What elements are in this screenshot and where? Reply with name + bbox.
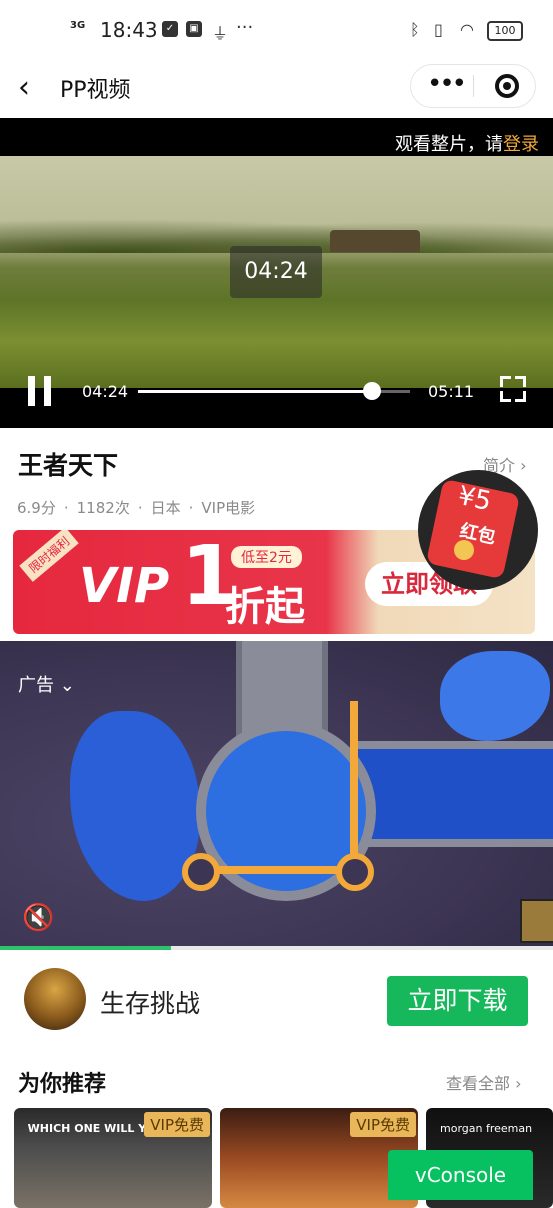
more-notifications-icon: ··· [236, 17, 254, 38]
pause-icon[interactable] [28, 376, 54, 406]
ad-pin-ring-right [336, 853, 374, 891]
ad-app-row[interactable]: 生存挑战 立即下载 [0, 954, 553, 1042]
back-icon[interactable]: ‹ [18, 70, 30, 105]
ad-video[interactable]: 广告 ⌄ 🔇 [0, 641, 553, 948]
app-name: 生存挑战 [100, 989, 201, 1018]
wifi-icon: ◠ [460, 20, 474, 39]
page-title: PP视频 [60, 78, 131, 103]
ad-water-right [440, 651, 550, 741]
login-prompt: 观看整片，请登录 [395, 130, 539, 156]
progress-knob[interactable] [362, 382, 381, 400]
coin-icon [454, 540, 474, 560]
login-link[interactable]: 登录 [503, 134, 539, 155]
progress-fill [138, 390, 372, 393]
vip-free-badge: VIP免费 [350, 1112, 416, 1137]
bluetooth-icon: ᛒ [410, 20, 420, 39]
mute-icon[interactable]: 🔇 [22, 903, 54, 933]
ad-water-left [70, 711, 200, 901]
ad-pipe-horizontal [350, 741, 553, 847]
network-indicator: 3G [70, 20, 86, 31]
app-notification-icon: ▣ [186, 21, 202, 37]
ad-label[interactable]: 广告 ⌄ [18, 671, 75, 697]
ad-progress-fill [0, 946, 172, 950]
seek-time-popup: 04:24 [230, 246, 322, 298]
status-bar: 3G 18:43 ✓ ▣ ⏚ ··· ᛒ ▯ ◠ 100 [0, 0, 553, 60]
login-prompt-text: 观看整片，请 [395, 134, 503, 155]
fullscreen-icon[interactable] [500, 376, 526, 402]
see-all-link[interactable]: 查看全部 › [446, 1070, 522, 1094]
progress-track[interactable] [138, 382, 410, 400]
mini-program-capsule: ••• [410, 64, 536, 108]
discount-text: 折起 [225, 584, 305, 630]
usb-icon: ⏚ [212, 24, 229, 43]
more-menu-icon[interactable]: ••• [427, 69, 467, 99]
video-house [330, 230, 420, 252]
total-time: 05:11 [428, 382, 475, 401]
recommend-poster[interactable]: WHICH ONE WILL YOU GET? VIP免费 [14, 1108, 212, 1208]
movie-region: 日本 [150, 499, 181, 517]
ad-thumbnail [520, 899, 553, 943]
download-button[interactable]: 立即下载 [387, 976, 528, 1026]
ad-pin-ring-left [182, 853, 220, 891]
current-time: 04:24 [82, 382, 129, 401]
close-mini-program-icon[interactable] [495, 74, 519, 98]
poster-caption: morgan freeman [440, 1122, 533, 1135]
check-icon: ✓ [162, 21, 178, 37]
ad-pin-horizontal [196, 866, 356, 874]
recommend-title: 为你推荐 [18, 1072, 107, 1097]
movie-plays: 1182次 [76, 499, 130, 517]
movie-meta: 6.9分 · 1182次 · 日本 · VIP电影 [17, 499, 256, 517]
vip-text: VIP [79, 558, 170, 614]
ad-progress-track [0, 946, 553, 950]
vibrate-icon: ▯ [434, 20, 443, 39]
chevron-down-icon: ⌄ [59, 675, 75, 696]
capsule-divider [473, 75, 474, 97]
movie-rating: 6.9分 [17, 499, 56, 517]
low-price-tag: 低至2元 [231, 546, 302, 568]
limited-offer-tag: 限时福利 [19, 530, 79, 582]
red-packet-amount: ¥5 [455, 480, 494, 518]
app-avatar [24, 968, 86, 1030]
nav-bar: ‹ PP视频 ••• [0, 60, 553, 118]
vconsole-button[interactable]: vConsole [388, 1150, 533, 1200]
red-packet-float[interactable]: ¥5 红包 [418, 470, 538, 590]
battery-icon: 100 [487, 21, 523, 41]
vip-free-badge: VIP免费 [144, 1112, 210, 1137]
movie-category: VIP电影 [201, 499, 256, 517]
video-player[interactable]: 观看整片，请登录 04:24 04:24 05:11 [0, 118, 553, 428]
ad-label-text: 广告 [18, 675, 54, 696]
status-time: 18:43 [100, 18, 158, 42]
movie-title: 王者天下 [18, 451, 119, 480]
